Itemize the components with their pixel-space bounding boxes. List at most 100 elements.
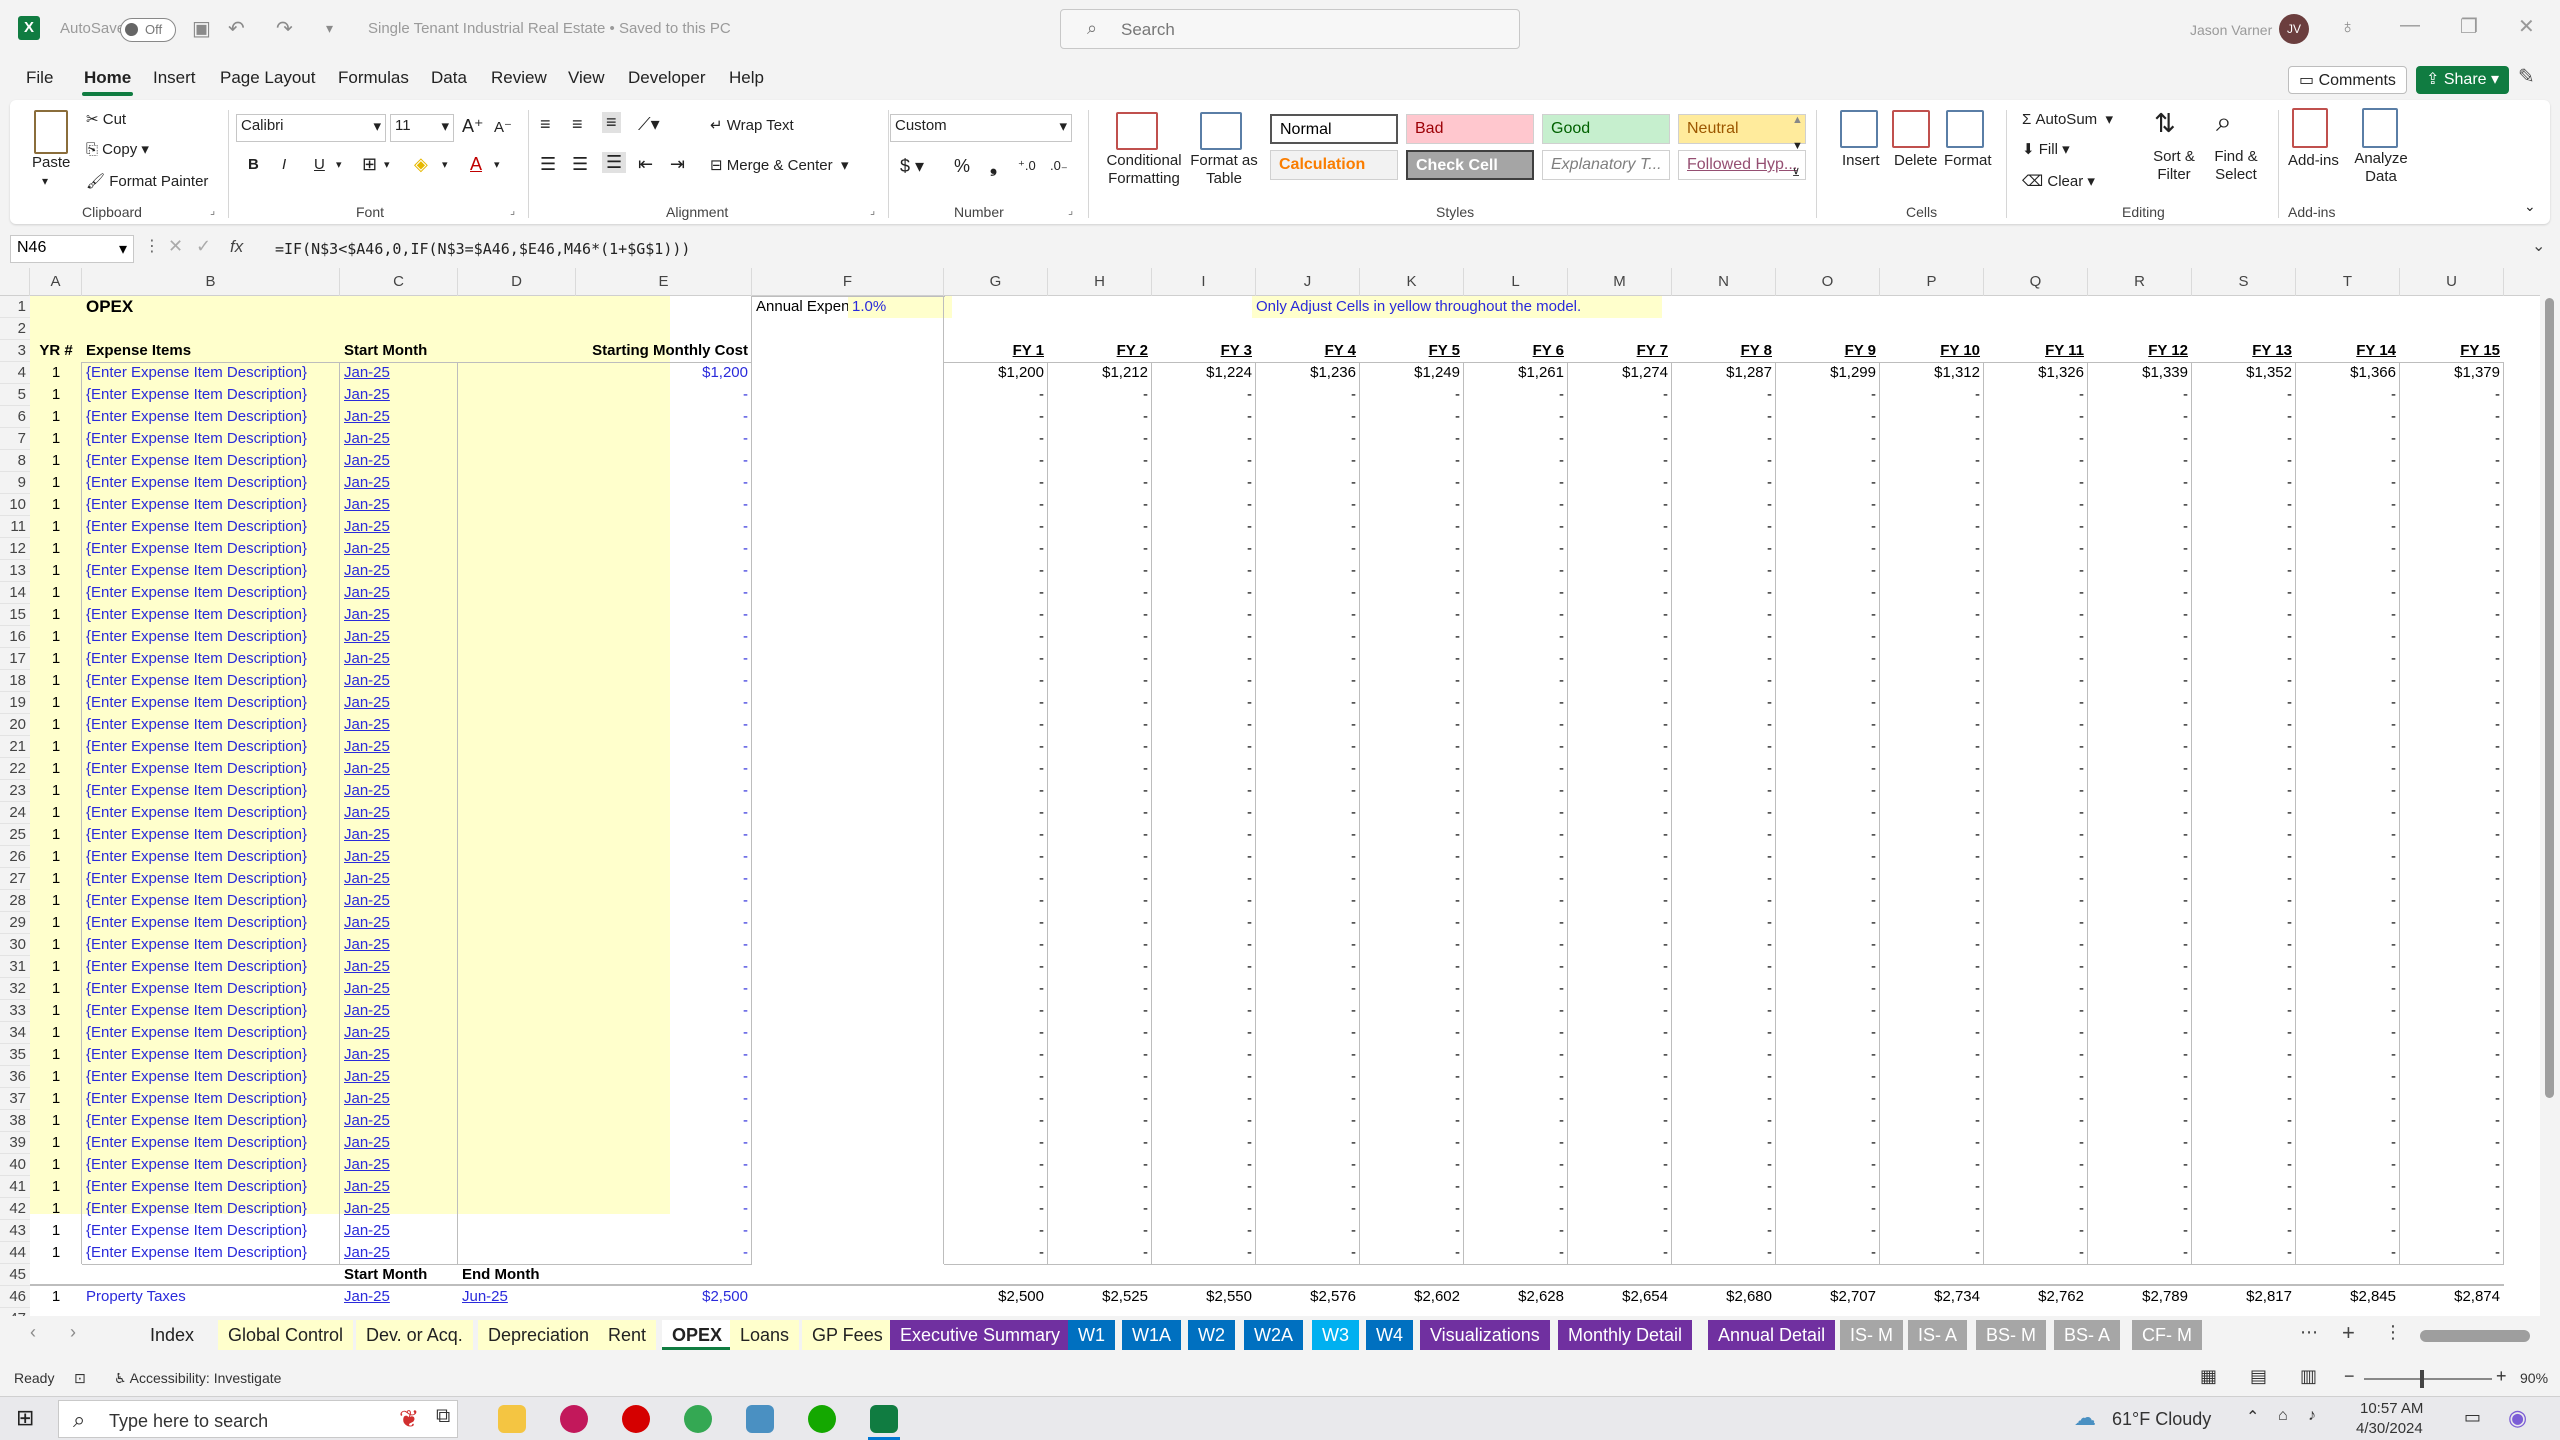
cell-style-option[interactable]: Calculation bbox=[1270, 150, 1398, 180]
start-month-input[interactable]: Jan-25 bbox=[340, 1176, 458, 1198]
analyze-data-icon[interactable] bbox=[2362, 108, 2398, 148]
yr-cell[interactable]: 1 bbox=[30, 560, 82, 582]
fy-value[interactable]: - bbox=[2296, 626, 2400, 648]
row-header[interactable]: 27 bbox=[0, 868, 30, 890]
gallery-down-icon[interactable]: ▼ bbox=[1792, 140, 1803, 152]
fy-value[interactable]: - bbox=[1152, 1066, 1256, 1088]
fy-value[interactable]: - bbox=[1360, 824, 1464, 846]
yr-cell[interactable]: 1 bbox=[30, 824, 82, 846]
fy-value[interactable]: - bbox=[944, 802, 1048, 824]
fy-value[interactable]: - bbox=[1984, 758, 2088, 780]
row-header[interactable]: 33 bbox=[0, 1000, 30, 1022]
fy-value[interactable]: - bbox=[1048, 1220, 1152, 1242]
fy-value[interactable]: - bbox=[1048, 428, 1152, 450]
fy-value[interactable]: - bbox=[1880, 604, 1984, 626]
fy-value[interactable]: - bbox=[1152, 1044, 1256, 1066]
column-header[interactable]: B bbox=[82, 268, 340, 296]
expense-item-input[interactable]: {Enter Expense Item Description} bbox=[82, 868, 340, 890]
fy-value[interactable]: - bbox=[1048, 1022, 1152, 1044]
column-header[interactable]: H bbox=[1048, 268, 1152, 296]
fy-value[interactable]: - bbox=[2296, 1022, 2400, 1044]
fy-value[interactable]: - bbox=[1048, 956, 1152, 978]
fy-value[interactable]: - bbox=[1880, 1198, 1984, 1220]
fy-value[interactable]: - bbox=[2400, 1066, 2504, 1088]
start-month-input[interactable]: Jan-25 bbox=[340, 1198, 458, 1220]
fy-value[interactable]: - bbox=[2296, 648, 2400, 670]
fy-value[interactable]: - bbox=[1776, 1000, 1880, 1022]
fy-value[interactable]: - bbox=[2296, 868, 2400, 890]
monthly-cost-input[interactable]: - bbox=[576, 626, 752, 648]
cell-style-option[interactable]: Followed Hyp... bbox=[1678, 150, 1806, 180]
expense-item-input[interactable]: {Enter Expense Item Description} bbox=[82, 362, 340, 384]
italic-icon[interactable]: I bbox=[282, 156, 286, 173]
fy-value[interactable]: - bbox=[1880, 428, 1984, 450]
fy-value[interactable]: - bbox=[2088, 560, 2192, 582]
column-header[interactable]: O bbox=[1776, 268, 1880, 296]
fy-value[interactable]: $2,525 bbox=[1048, 1286, 1152, 1308]
monthly-cost-input[interactable]: - bbox=[576, 868, 752, 890]
fy-value[interactable]: - bbox=[1984, 1044, 2088, 1066]
fy-value[interactable]: - bbox=[2400, 846, 2504, 868]
fy-value[interactable]: - bbox=[1880, 714, 1984, 736]
fy-value[interactable]: - bbox=[1256, 494, 1360, 516]
fy-value[interactable]: $1,249 bbox=[1360, 362, 1464, 384]
expense-item-input[interactable]: {Enter Expense Item Description} bbox=[82, 604, 340, 626]
search-box[interactable]: ⌕ Search bbox=[1060, 9, 1520, 49]
fy-value[interactable]: - bbox=[1464, 956, 1568, 978]
start-month-input[interactable]: Jan-25 bbox=[340, 648, 458, 670]
fy-value[interactable]: - bbox=[2192, 736, 2296, 758]
fy-value[interactable]: - bbox=[2296, 1088, 2400, 1110]
monthly-cost-input[interactable]: - bbox=[576, 1000, 752, 1022]
fy-value[interactable]: - bbox=[1880, 780, 1984, 802]
start-month-input[interactable]: Jan-25 bbox=[340, 912, 458, 934]
fy-value[interactable]: - bbox=[1672, 428, 1776, 450]
monthly-cost-input[interactable]: - bbox=[576, 978, 752, 1000]
font-launcher-icon[interactable]: ⌟ bbox=[510, 204, 515, 217]
fy-value[interactable]: - bbox=[1256, 1198, 1360, 1220]
fy-value[interactable]: $1,200 bbox=[944, 362, 1048, 384]
fy-value[interactable]: - bbox=[944, 824, 1048, 846]
expense-item-input[interactable]: {Enter Expense Item Description} bbox=[82, 384, 340, 406]
column-header[interactable]: Q bbox=[1984, 268, 2088, 296]
fy-value[interactable]: - bbox=[2400, 890, 2504, 912]
fy-value[interactable]: - bbox=[2296, 802, 2400, 824]
fy-value[interactable]: - bbox=[2296, 912, 2400, 934]
fy-value[interactable]: - bbox=[1152, 1110, 1256, 1132]
column-header[interactable]: P bbox=[1880, 268, 1984, 296]
fy-value[interactable]: - bbox=[1048, 692, 1152, 714]
expense-item-input[interactable]: {Enter Expense Item Description} bbox=[82, 1000, 340, 1022]
fy-value[interactable]: - bbox=[1672, 1066, 1776, 1088]
fy-value[interactable]: - bbox=[1048, 384, 1152, 406]
fy-value[interactable]: - bbox=[1568, 560, 1672, 582]
fy-value[interactable]: - bbox=[1984, 1176, 2088, 1198]
fy-value[interactable]: - bbox=[1048, 648, 1152, 670]
sheet-title[interactable]: OPEX bbox=[82, 296, 340, 318]
fy-value[interactable]: - bbox=[1152, 868, 1256, 890]
fy-value[interactable]: - bbox=[944, 978, 1048, 1000]
fy-value[interactable]: - bbox=[1256, 626, 1360, 648]
fy-value[interactable]: - bbox=[2296, 1242, 2400, 1264]
fy-value[interactable]: - bbox=[1152, 890, 1256, 912]
fy-value[interactable]: - bbox=[1152, 736, 1256, 758]
font-color-dropdown-icon[interactable]: ▾ bbox=[494, 158, 500, 171]
fy-value[interactable]: - bbox=[1672, 692, 1776, 714]
fy-value[interactable]: - bbox=[2400, 824, 2504, 846]
fy-value[interactable]: - bbox=[2088, 538, 2192, 560]
format-as-table-icon[interactable] bbox=[1200, 112, 1242, 150]
yr-cell[interactable]: 1 bbox=[30, 450, 82, 472]
fy-value[interactable]: - bbox=[1048, 846, 1152, 868]
fy-value[interactable]: - bbox=[2088, 1132, 2192, 1154]
fy-value[interactable]: - bbox=[1048, 538, 1152, 560]
fy-value[interactable]: - bbox=[2400, 450, 2504, 472]
fy-value[interactable]: - bbox=[1360, 384, 1464, 406]
fy-value[interactable]: - bbox=[1048, 868, 1152, 890]
sort-filter-button[interactable]: Sort & Filter bbox=[2144, 148, 2204, 184]
yr-cell[interactable]: 1 bbox=[30, 648, 82, 670]
align-right-icon[interactable]: ☰ bbox=[602, 152, 627, 173]
fy-value[interactable]: - bbox=[1152, 670, 1256, 692]
monthly-cost-input[interactable]: - bbox=[576, 692, 752, 714]
align-left-icon[interactable]: ☰ bbox=[540, 154, 556, 175]
fy-value[interactable]: - bbox=[1672, 450, 1776, 472]
start-month-input[interactable]: Jan-25 bbox=[340, 714, 458, 736]
fy-value[interactable]: - bbox=[2296, 450, 2400, 472]
